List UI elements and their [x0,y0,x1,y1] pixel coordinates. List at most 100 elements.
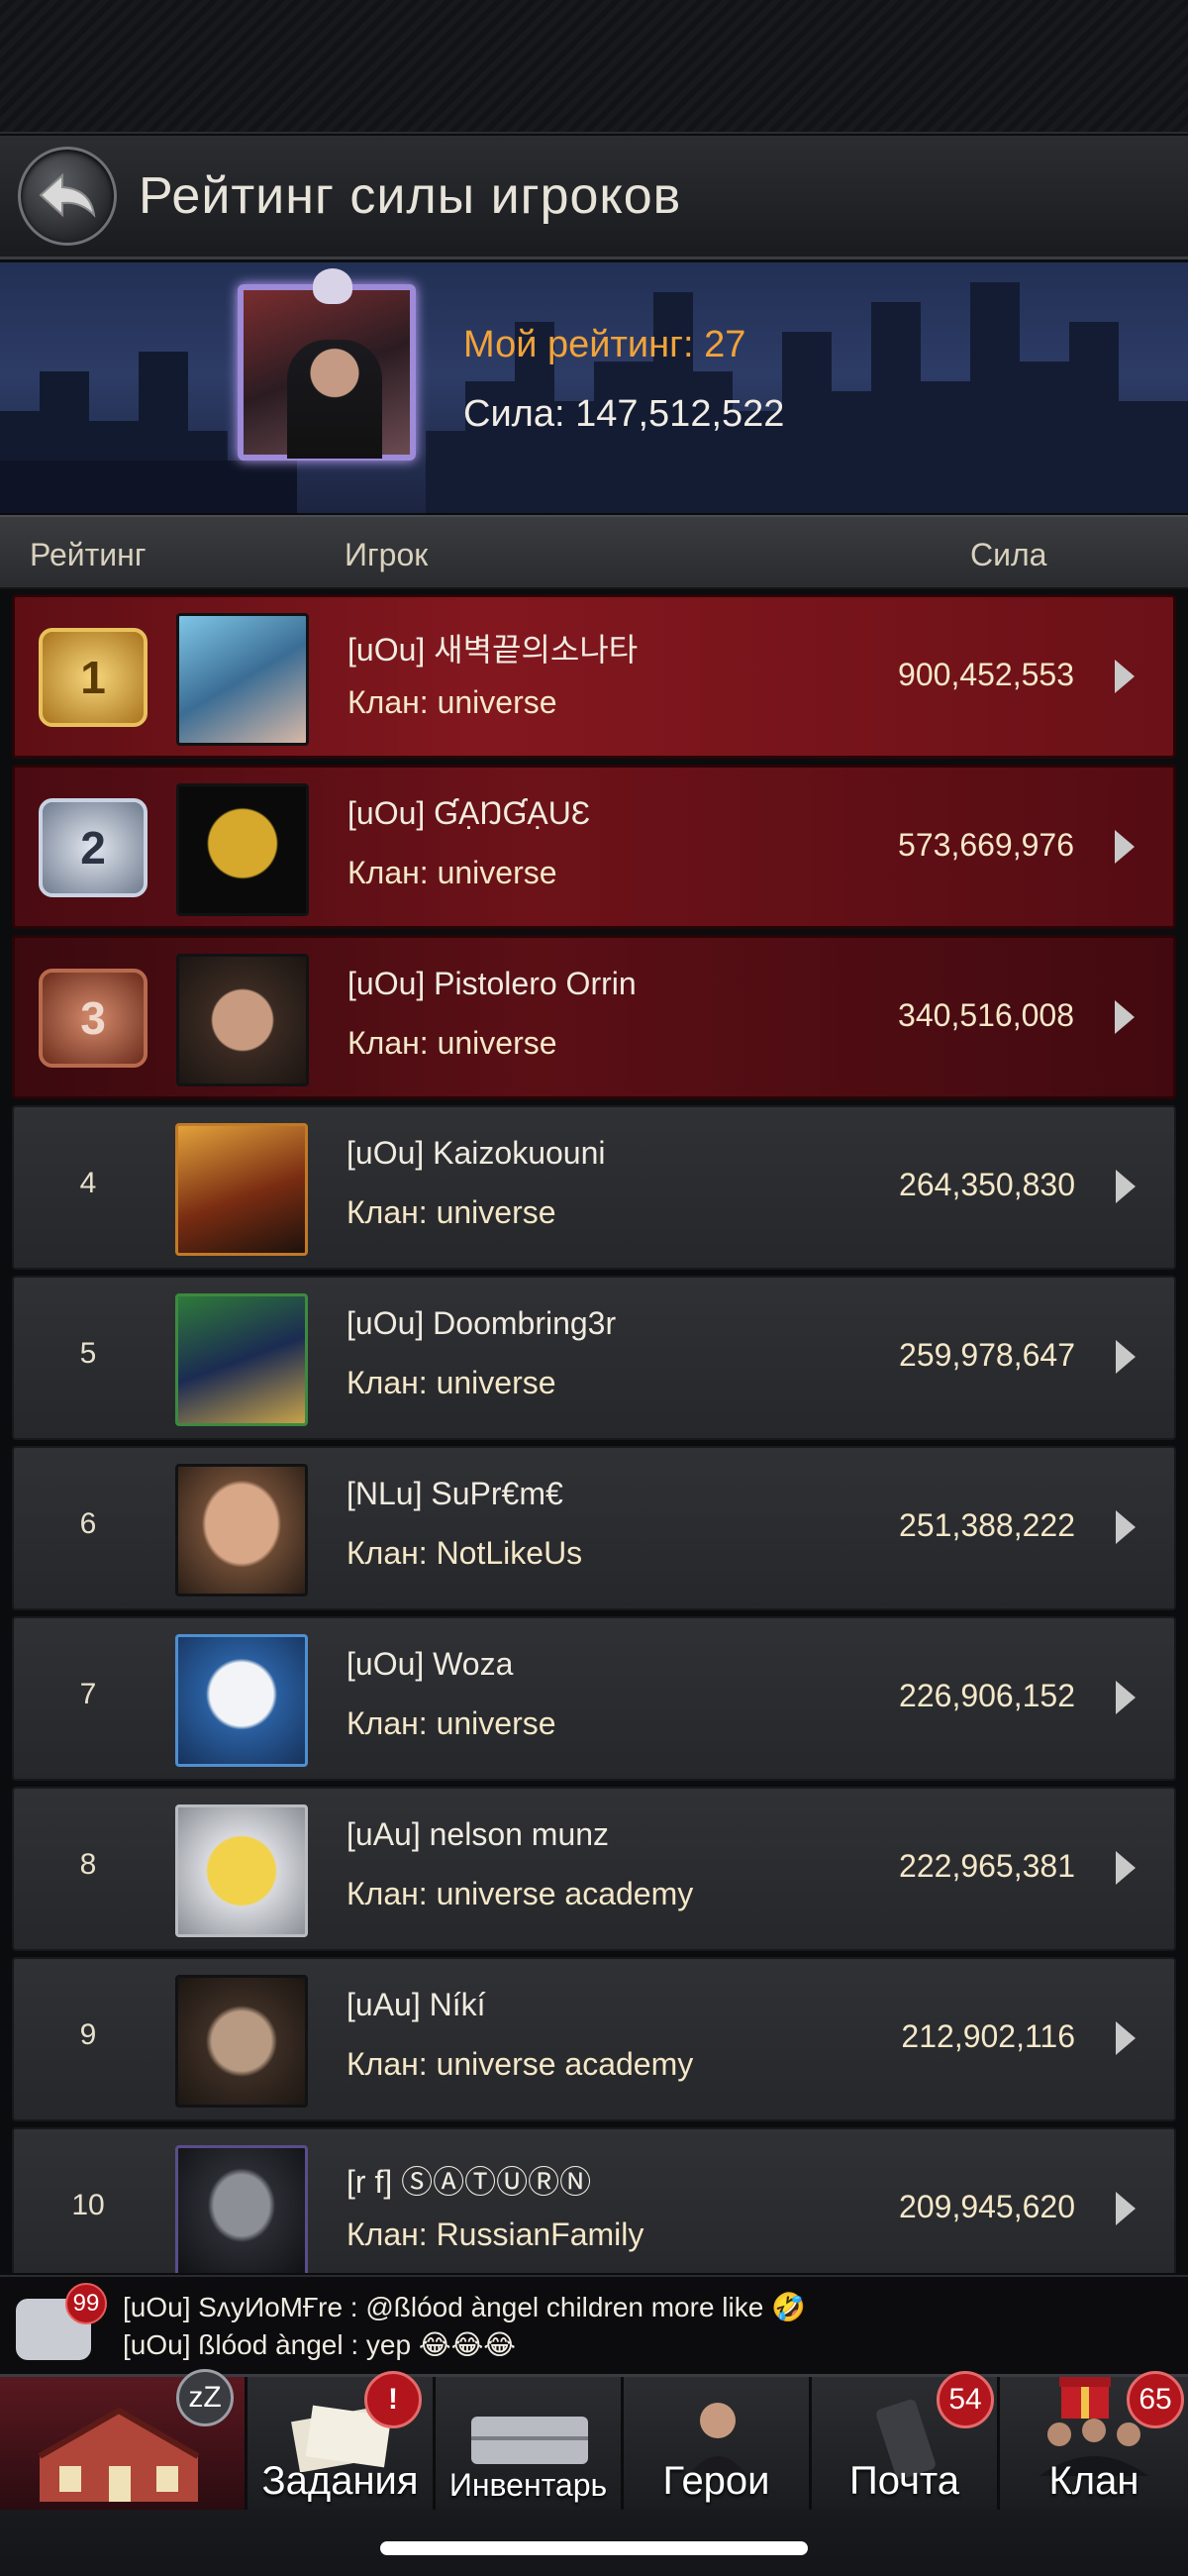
chevron-right-icon[interactable] [1113,1678,1138,1717]
table-row[interactable]: 7 [uOu] Woza Клан: universe 226,906,152 [12,1616,1176,1781]
my-avatar[interactable] [238,268,416,461]
nav-clan[interactable]: 65 Клан [1000,2371,1188,2510]
player-name: [uOu] Doombring3r [346,1305,617,1341]
avatar[interactable] [176,954,309,1086]
chevron-right-icon[interactable] [1112,657,1138,696]
my-avatar-image [287,340,382,459]
city-skyline-image [0,282,1188,513]
nav-label: Инвентарь [448,2467,608,2503]
avatar[interactable] [176,783,309,916]
nav-inventory[interactable]: Инвентарь [436,2377,624,2510]
title-bar: Рейтинг силы игроков [0,136,1188,259]
player-power: 340,516,008 [898,997,1074,1033]
player-clan: Клан: universe [347,1025,557,1061]
player-power: 251,388,222 [899,1507,1075,1543]
player-clan: Клан: universe academy [346,2046,694,2082]
header-power: Сила [970,537,1047,572]
chevron-right-icon[interactable] [1113,2018,1138,2058]
nav-mail[interactable]: 54 Почта [812,2371,1000,2510]
avatar[interactable] [175,2145,308,2273]
chevron-right-icon[interactable] [1113,1507,1138,1547]
table-row[interactable]: 1 [uOu] 새벽끝의소나타 Клан: universe 900,452,5… [12,594,1176,759]
chevron-right-icon[interactable] [1112,997,1138,1037]
player-power: 900,452,553 [898,657,1074,692]
my-power-text: Сила: 147,512,522 [463,393,785,435]
clan-count-badge: 65 [1127,2371,1184,2428]
table-row[interactable]: 8 [uAu] nelson munz Клан: universe acade… [12,1787,1176,1951]
home-indicator[interactable] [380,2541,808,2555]
nav-home[interactable]: zZ [0,2369,248,2510]
chat-message: [uOu] ßlóod àngel : yep 😂😂😂 [123,2329,517,2360]
avatar[interactable] [175,1804,308,1937]
rank-number: 5 [79,1337,97,1370]
player-name: [uAu] nelson munz [346,1816,610,1852]
player-power: 259,978,647 [899,1337,1075,1373]
player-power: 226,906,152 [899,1678,1075,1713]
rank-number: 10 [71,2189,105,2221]
player-clan: Клан: universe academy [346,1876,694,1911]
avatar[interactable] [175,1975,308,2108]
rank-number: 9 [79,2018,97,2051]
my-rating-banner: Мой рейтинг: 27 Сила: 147,512,522 [0,262,1188,513]
player-name: [uOu] ƓẠŊƓẠUƐ [347,795,591,831]
chat-unread-badge: 99 [65,2283,107,2324]
player-name: [NLu] SuPr€m€ [346,1476,563,1511]
player-name: [r f] ⓈⒶⓉⓊⓇⓃ [346,2164,592,2200]
header-player: Игрок [345,537,429,572]
header-rank: Рейтинг [30,537,147,572]
sleep-badge: zZ [176,2369,234,2426]
player-clan: Клан: universe [347,855,557,890]
player-clan: Клан: universe [346,1194,556,1230]
table-row[interactable]: 10 [r f] ⓈⒶⓉⓊⓇⓃ Клан: RussianFamily 209,… [12,2127,1176,2273]
avatar[interactable] [176,613,309,746]
chevron-right-icon[interactable] [1113,1337,1138,1377]
nav-label: Клан [1048,2459,1139,2503]
table-row[interactable]: 6 [NLu] SuPr€m€ Клан: NotLikeUs 251,388,… [12,1446,1176,1610]
avatar[interactable] [175,1123,308,1256]
player-power: 264,350,830 [899,1167,1075,1202]
chat-preview[interactable]: 99 [uOu] SʌуИоМҒre : @ßlóod àngel childr… [0,2275,1188,2374]
chevron-right-icon[interactable] [1113,2189,1138,2228]
gift-icon [1059,2377,1111,2419]
table-header: Рейтинг Игрок Сила [0,515,1188,589]
table-row[interactable]: 3 [uOu] Pistolero Orrin Клан: universe 3… [12,935,1176,1099]
avatar[interactable] [175,1293,308,1426]
my-rating-text: Мой рейтинг: 27 [463,324,746,365]
chevron-right-icon[interactable] [1113,1848,1138,1888]
nav-label: Герои [662,2459,770,2503]
chat-message: [uOu] SʌуИоМҒre : @ßlóod àngel children … [123,2292,806,2322]
back-button[interactable] [18,147,117,246]
table-row[interactable]: 2 [uOu] ƓẠŊƓẠUƐ Клан: universe 573,669,9… [12,765,1176,929]
player-power: 209,945,620 [899,2189,1075,2224]
player-clan: Клан: RussianFamily [346,2216,644,2252]
table-row[interactable]: 9 [uAu] Níkí Клан: universe academy 212,… [12,1957,1176,2121]
table-row[interactable]: 5 [uOu] Doombring3r Клан: universe 259,9… [12,1276,1176,1440]
briefcase-icon [471,2417,588,2464]
nav-label: Задания [261,2459,419,2503]
avatar[interactable] [175,1464,308,1597]
rank-number: 7 [79,1678,97,1710]
player-clan: Клан: universe [346,1365,556,1400]
chevron-right-icon[interactable] [1113,1167,1138,1206]
player-power: 573,669,976 [898,827,1074,863]
bronze-medal-icon: 3 [25,956,161,1081]
player-clan: Клан: universe [346,1705,556,1741]
player-power: 222,965,381 [899,1848,1075,1884]
player-name: [uOu] Pistolero Orrin [347,966,637,1001]
nav-heroes[interactable]: Герои [624,2377,812,2510]
nav-label: Почта [848,2459,960,2503]
page-title: Рейтинг силы игроков [139,167,682,225]
mail-count-badge: 54 [937,2371,994,2428]
skull-frame-icon [313,268,352,304]
rank-number: 6 [79,1507,97,1540]
nav-tasks[interactable]: ! Задания [248,2371,436,2510]
gold-medal-icon: 1 [25,615,161,740]
silver-medal-icon: 2 [25,785,161,910]
back-arrow-icon [39,172,96,218]
rating-list[interactable]: 1 [uOu] 새벽끝의소나타 Клан: universe 900,452,5… [0,594,1188,2273]
player-name: [uOu] 새벽끝의소나타 [347,632,639,668]
avatar[interactable] [175,1634,308,1767]
table-row[interactable]: 4 [uOu] Kaizokuouni Клан: universe 264,3… [12,1105,1176,1270]
chevron-right-icon[interactable] [1112,827,1138,867]
rank-number: 8 [79,1848,97,1881]
